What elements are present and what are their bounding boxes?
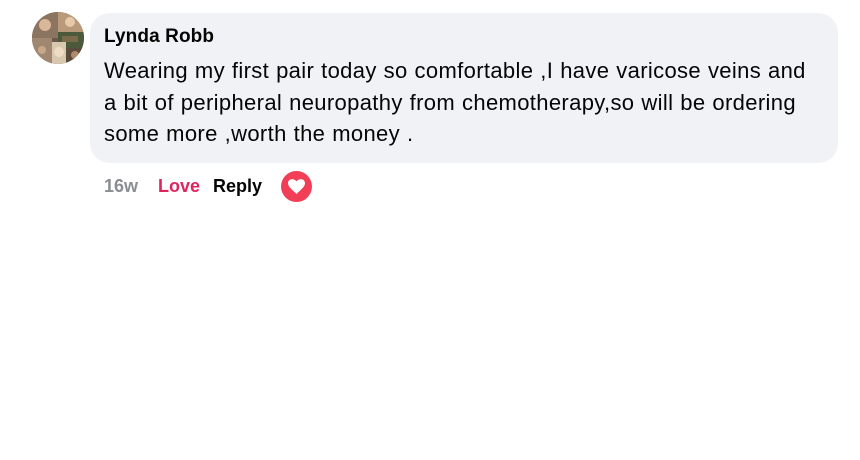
comment-actions: 16w Love Reply: [104, 170, 313, 202]
timestamp[interactable]: 16w: [104, 176, 138, 197]
comment-text: Wearing my first pair today so comfortab…: [104, 58, 806, 146]
heart-icon[interactable]: [281, 170, 313, 202]
comment-bubble: Lynda Robb Wearing my first pair today s…: [90, 13, 838, 163]
avatar-photo-collage: [32, 12, 84, 64]
reply-button[interactable]: Reply: [213, 176, 262, 197]
author-name[interactable]: Lynda Robb: [104, 26, 822, 48]
love-button[interactable]: Love: [158, 176, 200, 197]
avatar[interactable]: [32, 12, 84, 64]
heart-glyph: [288, 178, 306, 194]
